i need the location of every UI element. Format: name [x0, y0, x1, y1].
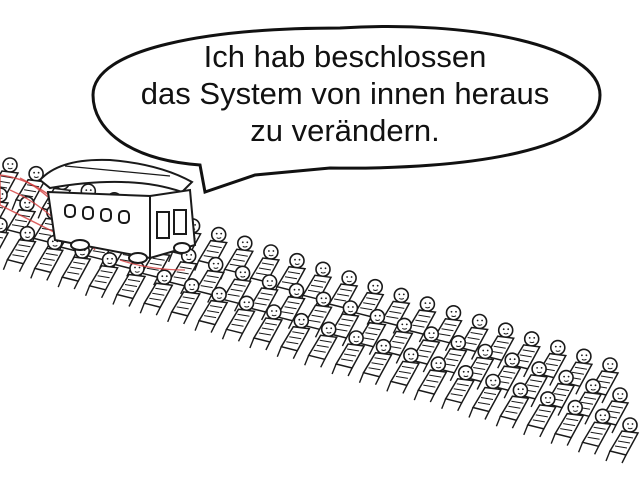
lying-person-icon [0, 217, 9, 264]
speech-line-2: das System von innen heraus [140, 76, 550, 111]
speech-bubble-text: Ich hab beschlossen das System von innen… [105, 38, 585, 149]
speech-line-3: zu verändern. [250, 113, 440, 148]
speech-line-1: Ich hab beschlossen [203, 39, 487, 74]
